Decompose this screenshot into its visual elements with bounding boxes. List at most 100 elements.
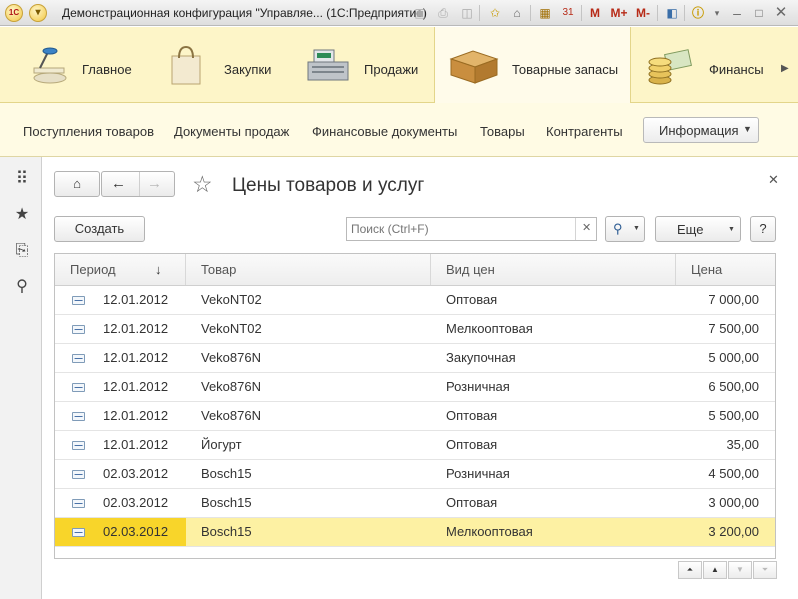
fn-tovary[interactable]: Товары [480, 124, 525, 139]
favorites-star-icon[interactable]: ★ [12, 205, 32, 225]
column-header-price[interactable]: Цена [676, 254, 775, 285]
fn-postupleniya-tovarov[interactable]: Поступления товаров [23, 124, 154, 139]
price-type-cell: Мелкооптовая [446, 321, 533, 336]
column-label: Вид цен [446, 262, 495, 277]
save-icon[interactable]: ▣ [410, 3, 430, 23]
separator [479, 5, 480, 21]
up-icon: ▲ [711, 565, 719, 574]
price-type-cell: Оптовая [446, 408, 498, 423]
price-cell: 4 500,00 [708, 466, 759, 481]
price-cell: 35,00 [726, 437, 759, 452]
apps-grid-icon[interactable]: ⠿ [12, 169, 32, 189]
period-value: 12.01.2012 [103, 379, 169, 394]
preview-icon[interactable]: ◫ [457, 3, 477, 23]
table-row[interactable]: 12.01.2012 VekoNT02 Оптовая 7 000,00 [55, 286, 775, 315]
info-icon[interactable]: ⓘ [688, 3, 708, 23]
history-icon[interactable]: ⌂ [507, 3, 527, 23]
table-row[interactable]: 12.01.2012 VekoNT02 Мелкооптовая 7 500,00 [55, 315, 775, 344]
price-type-cell: Мелкооптовая [446, 524, 533, 539]
price-cell: 7 000,00 [708, 292, 759, 307]
column-header-product[interactable]: Товар [186, 254, 431, 285]
minimize-icon[interactable]: – [727, 3, 747, 23]
help-button[interactable]: ? [750, 216, 776, 242]
memory-m-plus-button[interactable]: M+ [607, 3, 631, 23]
calendar-icon[interactable]: 31 [558, 3, 578, 23]
period-value: 12.01.2012 [103, 437, 169, 452]
box-icon [449, 50, 499, 84]
desk-lamp-icon [33, 47, 67, 84]
fn-kontragenty[interactable]: Контрагенты [546, 124, 623, 139]
scroll-to-bottom-button[interactable]: ⏷ [753, 561, 777, 579]
form-title: Цены товаров и услуг [232, 175, 425, 196]
table-row[interactable]: 02.03.2012 Bosch15 Розничная 4 500,00 [55, 460, 775, 489]
memory-m-button[interactable]: M [585, 3, 605, 23]
price-type-cell: Розничная [446, 379, 510, 394]
scroll-right-icon[interactable]: ▶ [781, 63, 789, 74]
table-row[interactable]: 12.01.2012 Йогурт Оптовая 35,00 [55, 431, 775, 460]
history-icon[interactable]: ⎘ [12, 241, 32, 261]
print-icon[interactable]: ⎙ [433, 3, 453, 23]
column-label: Цена [691, 262, 723, 277]
product-cell: Bosch15 [201, 495, 252, 510]
table-row[interactable]: 12.01.2012 Veko876N Розничная 6 500,00 [55, 373, 775, 402]
search-icon[interactable]: ⚲ [12, 277, 32, 297]
fn-finansovye-dokumenty[interactable]: Финансовые документы [312, 124, 457, 139]
favorites-star-icon[interactable]: ✩ [485, 3, 505, 23]
price-record-icon [72, 296, 85, 305]
cash-register-icon [307, 49, 349, 81]
price-record-icon [72, 412, 85, 421]
down-icon: ▼ [736, 565, 744, 574]
period-cell: 12.01.2012 [55, 431, 186, 459]
close-window-icon[interactable]: ✕ [771, 3, 791, 23]
table-row[interactable]: 02.03.2012 Bosch15 Оптовая 3 000,00 [55, 489, 775, 518]
close-form-icon[interactable]: ✕ [768, 172, 779, 188]
table-row[interactable]: 02.03.2012 Bosch15 Мелкооптовая 3 200,00 [55, 518, 775, 547]
separator [530, 5, 531, 21]
more-menu-button[interactable]: Еще ▼ [655, 216, 741, 242]
prices-table[interactable]: Период ↓ Товар Вид цен Цена 12.01.2012 Ve… [54, 253, 776, 559]
section-glavnoe[interactable]: Главное [0, 27, 150, 103]
home-button[interactable]: ⌂ [54, 171, 100, 197]
create-button[interactable]: Создать [54, 216, 145, 242]
favorite-star-icon[interactable]: ☆ [192, 171, 213, 198]
search-field[interactable]: ✕ [346, 217, 597, 241]
forward-arrow-icon[interactable]: → [147, 175, 162, 192]
chevron-down-icon: ▼ [633, 225, 640, 232]
calculator-icon[interactable]: ▦ [535, 3, 555, 23]
scroll-up-button[interactable]: ▲ [703, 561, 727, 579]
scroll-to-top-button[interactable]: ⏶ [678, 561, 702, 579]
column-header-period[interactable]: Период ↓ [55, 254, 186, 285]
more-label: Еще [677, 222, 704, 237]
section-finansy[interactable]: Финансы [632, 27, 798, 103]
memory-m-minus-button[interactable]: M- [632, 3, 654, 23]
product-cell: Йогурт [201, 437, 242, 452]
double-up-icon: ⏶ [686, 565, 694, 574]
table-row[interactable]: 12.01.2012 Veko876N Оптовая 5 500,00 [55, 402, 775, 431]
section-prodazhi[interactable]: Продажи [292, 27, 434, 103]
section-zakupki[interactable]: Закупки [150, 27, 292, 103]
clear-search-icon[interactable]: ✕ [582, 221, 591, 234]
column-label: Период [70, 262, 116, 277]
search-options-button[interactable]: ⚲ ▼ [605, 216, 645, 242]
price-cell: 3 000,00 [708, 495, 759, 510]
main-menu-icon[interactable]: ▾ [29, 4, 47, 22]
shopping-bag-icon [171, 45, 201, 85]
period-value: 12.01.2012 [103, 408, 169, 423]
price-record-icon [72, 470, 85, 479]
price-cell: 5 000,00 [708, 350, 759, 365]
table-row[interactable]: 12.01.2012 Veko876N Закупочная 5 000,00 [55, 344, 775, 373]
information-menu-button[interactable]: Информация ▼ [643, 117, 759, 143]
price-cell: 6 500,00 [708, 379, 759, 394]
fn-dokumenty-prodazh[interactable]: Документы продаж [174, 124, 289, 139]
info-dropdown-icon[interactable]: ▾ [707, 3, 727, 23]
1c-logo-icon[interactable]: 1С [5, 4, 23, 22]
section-label: Главное [82, 62, 132, 77]
back-arrow-icon[interactable]: ← [111, 175, 126, 192]
search-input[interactable] [347, 218, 575, 240]
scroll-down-button[interactable]: ▼ [728, 561, 752, 579]
price-record-icon [72, 499, 85, 508]
panels-icon[interactable]: ◧ [662, 3, 682, 23]
maximize-icon[interactable]: □ [749, 3, 769, 23]
section-tovarnye-zapasy[interactable]: Товарные запасы [434, 27, 631, 104]
column-header-price-type[interactable]: Вид цен [431, 254, 676, 285]
